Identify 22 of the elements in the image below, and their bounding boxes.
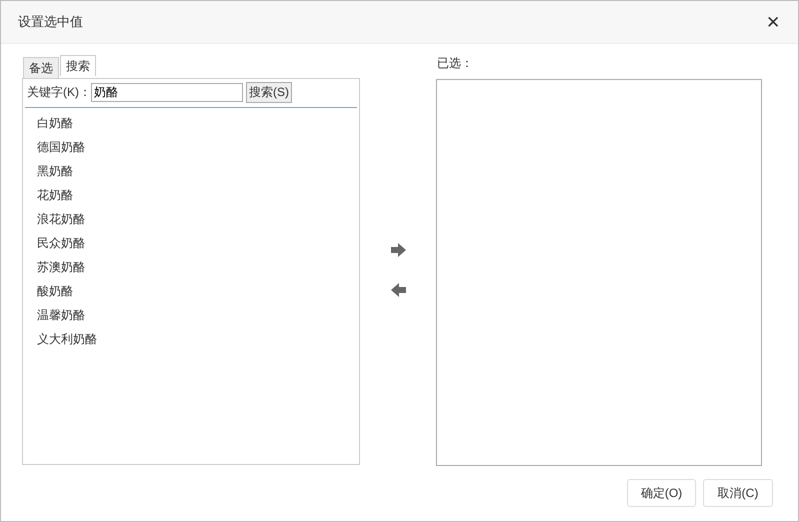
search-button[interactable]: 搜索(S): [246, 82, 292, 103]
selected-label: 已选：: [436, 55, 474, 72]
tab[interactable]: 备选: [23, 57, 59, 78]
close-button[interactable]: ✕: [766, 12, 780, 32]
result-item[interactable]: 苏澳奶酪: [37, 258, 359, 282]
result-item[interactable]: 民众奶酪: [37, 234, 359, 258]
tab[interactable]: 搜索: [60, 55, 96, 76]
result-item[interactable]: 黑奶酪: [37, 162, 359, 186]
window-title: 设置选中值: [18, 13, 83, 31]
right-arrow-icon[interactable]: [390, 243, 406, 257]
result-item[interactable]: 义大利奶酪: [37, 330, 359, 354]
result-item[interactable]: 浪花奶酪: [37, 210, 359, 234]
left-arrow-icon[interactable]: [390, 283, 406, 297]
result-item[interactable]: 白奶酪: [37, 114, 359, 138]
cancel-button[interactable]: 取消(C): [703, 479, 773, 507]
result-item[interactable]: 温馨奶酪: [37, 306, 359, 330]
keyword-field[interactable]: 奶酪: [91, 83, 243, 102]
confirm-button[interactable]: 确定(O): [627, 479, 696, 507]
result-item[interactable]: 酸奶酪: [37, 282, 359, 306]
keyword-label: 关键字(K)：: [27, 84, 91, 101]
result-item[interactable]: 花奶酪: [37, 186, 359, 210]
result-item[interactable]: 德国奶酪: [37, 138, 359, 162]
